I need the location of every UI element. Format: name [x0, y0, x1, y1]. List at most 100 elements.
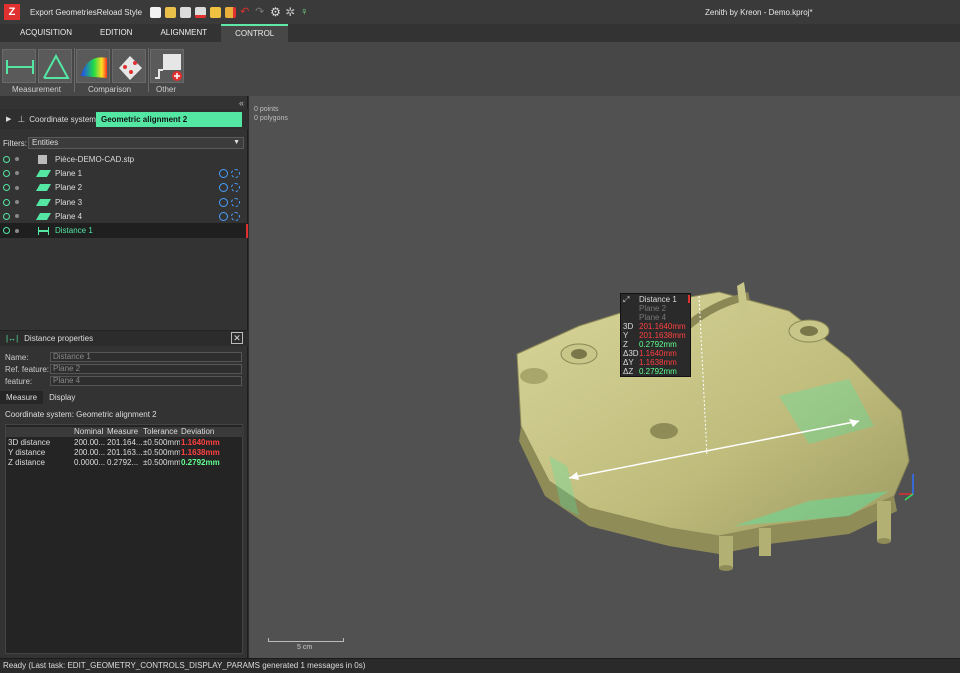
table-cell: Y distance	[8, 448, 46, 457]
measurement-label-popup[interactable]: ⤢ Distance 1 Plane 2 Plane 4 3D 201.1640…	[620, 293, 691, 377]
expand-arrow-icon[interactable]: ▶	[6, 115, 11, 123]
tree-item-plane-2[interactable]: Plane 2	[0, 181, 248, 195]
filters-row: Filters: Entities ▼	[0, 137, 248, 150]
ribbon-separator	[74, 48, 75, 92]
hole-shape	[650, 423, 678, 439]
close-icon[interactable]: ✕	[231, 332, 243, 344]
tree-item-label: Plane 4	[55, 211, 83, 221]
feature-label: feature:	[5, 377, 33, 386]
feature-field[interactable]: Plane 4	[50, 376, 242, 386]
plane-icon	[35, 169, 52, 177]
tab-acquisition[interactable]: ACQUISITION	[0, 24, 86, 42]
tree-item-plane-3[interactable]: Plane 3	[0, 195, 248, 209]
popup-key: ΔY	[623, 358, 634, 367]
points-mode-icon[interactable]	[231, 197, 240, 207]
ribbon: Measurement Comparison Other	[0, 42, 960, 96]
points-mode-icon[interactable]	[231, 211, 240, 221]
export-icon[interactable]	[225, 6, 237, 18]
open-folder-icon[interactable]	[165, 6, 177, 18]
popup-key: Δ3D	[623, 349, 639, 358]
display-mode-icon[interactable]	[219, 168, 228, 178]
cad-part-icon	[38, 154, 47, 164]
undo-icon[interactable]: ↶	[240, 6, 251, 18]
coordinate-system-select[interactable]: Geometric alignment 2	[96, 112, 242, 127]
coordinate-system-label: Coordinate system:	[29, 114, 99, 124]
redo-icon[interactable]: ↷	[255, 6, 266, 18]
ref-feature-field[interactable]: Plane 2	[50, 364, 242, 374]
properties-tabs: Measure Display	[0, 391, 81, 404]
other-tool-button[interactable]	[150, 49, 184, 83]
popup-title: Distance 1	[639, 295, 677, 304]
point-comparison-button[interactable]	[112, 49, 146, 83]
save-icon[interactable]	[180, 6, 192, 18]
tab-control[interactable]: CONTROL	[221, 24, 289, 42]
visibility-eye-icon[interactable]	[3, 184, 10, 192]
popup-value: 0.2792mm	[639, 367, 677, 376]
visibility-eye-icon[interactable]	[3, 169, 10, 177]
table-cell: 201.163...	[107, 448, 142, 457]
part-3d-model[interactable]	[249, 96, 960, 658]
save-as-icon[interactable]	[195, 6, 207, 18]
popup-ref-feature: Plane 2	[639, 304, 667, 313]
tab-alignment[interactable]: ALIGNMENT	[146, 24, 221, 42]
distance-measure-button[interactable]	[2, 49, 36, 83]
import-icon[interactable]	[210, 6, 222, 18]
visibility-eye-icon[interactable]	[3, 227, 10, 235]
measurement-group-label: Measurement	[12, 85, 61, 94]
display-mode-icon[interactable]	[219, 197, 228, 207]
table-row[interactable]: 3D distance 200.00... 201.164... ±0.500m…	[6, 438, 244, 448]
new-file-icon[interactable]	[150, 6, 162, 18]
tab-display[interactable]: Display	[43, 391, 81, 404]
visibility-eye-icon[interactable]	[3, 212, 10, 220]
coordinate-system-row: ▶ ⊥ Coordinate system: Geometric alignme…	[0, 109, 248, 129]
measure-table: Nominal Measure Tolerance Deviation 3D d…	[5, 424, 244, 654]
plugin-gear-icon[interactable]: ✲	[285, 6, 296, 18]
table-cell: 200.00...	[74, 448, 106, 457]
name-field[interactable]: Distance 1	[50, 352, 242, 362]
tab-measure[interactable]: Measure	[0, 391, 44, 404]
properties-title: Distance properties	[24, 334, 94, 343]
quick-access-label[interactable]: Export GeometriesReload Style	[30, 8, 142, 17]
visibility-eye-icon[interactable]	[3, 155, 10, 163]
tree-item-distance-1[interactable]: Distance 1	[0, 223, 248, 238]
tree-item-cad[interactable]: Pièce-DEMO-CAD.stp	[0, 152, 248, 166]
display-mode-icon[interactable]	[219, 183, 228, 193]
popup-key: 3D	[623, 322, 634, 331]
settings-gear-icon[interactable]: ⚙	[270, 6, 281, 18]
ref-feature-label: Ref. feature:	[5, 365, 50, 374]
table-cell: 0.2792...	[107, 458, 139, 467]
collapse-panel-icon[interactable]: «	[239, 98, 244, 108]
tree-item-label: Distance 1	[55, 226, 93, 236]
points-mode-icon[interactable]	[231, 183, 240, 193]
table-row[interactable]: Z distance 0.0000... 0.2792... ±0.500mm …	[6, 458, 244, 468]
status-bar: Ready (Last task: EDIT_GEOMETRY_CONTROLS…	[0, 658, 960, 673]
bullet-icon	[15, 185, 19, 190]
table-cell: ±0.500mm	[143, 438, 180, 447]
scale-label: 5 cm	[297, 644, 313, 651]
plane-icon	[35, 198, 52, 206]
tree-item-plane-1[interactable]: Plane 1	[0, 166, 248, 180]
license-key-icon[interactable]: ♀	[300, 6, 311, 18]
display-mode-icon[interactable]	[219, 211, 228, 221]
3d-viewport[interactable]	[249, 96, 960, 658]
scale-bar	[268, 638, 344, 642]
filters-select[interactable]: Entities ▼	[28, 137, 244, 149]
table-row[interactable]: Y distance 200.00... 201.163... ±0.500mm…	[6, 448, 244, 458]
window-title: Zenith by Kreon - Demo.kproj*	[705, 8, 813, 17]
points-mode-icon[interactable]	[231, 168, 240, 178]
bullet-icon	[15, 228, 19, 233]
color-map-comparison-button[interactable]	[76, 49, 110, 83]
table-cell: ±0.500mm	[143, 458, 180, 467]
angle-measure-button[interactable]	[38, 49, 72, 83]
angle-icon	[43, 53, 70, 79]
other-group-label: Other	[156, 85, 177, 94]
app-logo-icon[interactable]: Z	[4, 4, 20, 20]
tab-edition[interactable]: EDITION	[86, 24, 146, 42]
visibility-eye-icon[interactable]	[3, 198, 10, 206]
popup-key: Z	[623, 340, 628, 349]
table-header: Nominal Measure Tolerance Deviation	[6, 427, 244, 437]
title-bar: Z Export GeometriesReload Style ↶ ↷ ⚙ ✲ …	[0, 0, 960, 24]
leg-foot-shape	[719, 565, 733, 571]
tree-item-plane-4[interactable]: Plane 4	[0, 209, 248, 223]
filters-value: Entities	[32, 138, 59, 147]
